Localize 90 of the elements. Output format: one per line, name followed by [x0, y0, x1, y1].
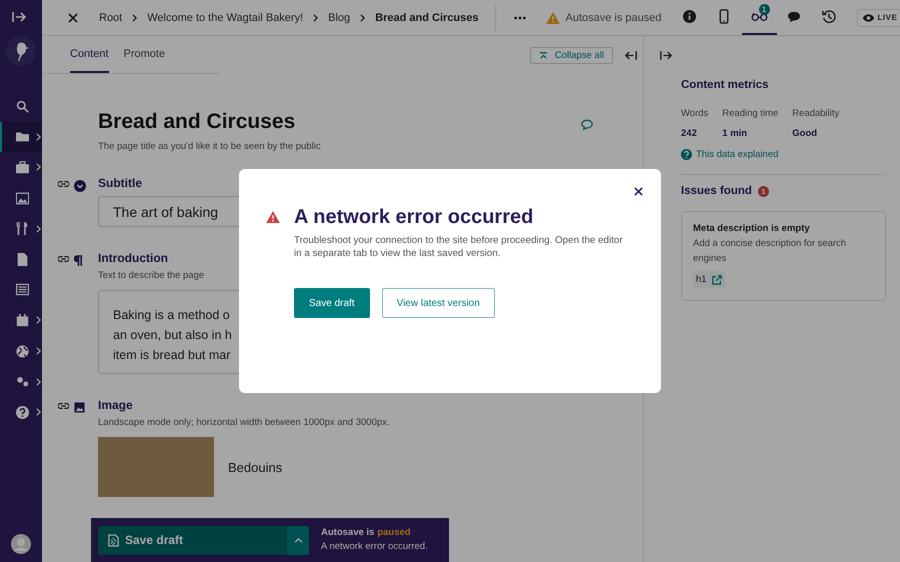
help-link[interactable]: This data explained: [681, 149, 886, 160]
more-icon[interactable]: [514, 16, 526, 20]
chevron-circle-icon[interactable]: [74, 180, 86, 192]
warning-icon: [546, 12, 560, 24]
chevron-icon: [132, 14, 138, 22]
eye-icon: [862, 12, 875, 22]
help-text: Landscape mode only; horizontal width between 1000px and 3000px.: [98, 417, 390, 428]
pilcrow-icon: [74, 255, 83, 266]
save-draft-button[interactable]: Save draft: [294, 288, 370, 318]
issue-title: Meta description is empty: [693, 223, 811, 234]
expand-right-icon[interactable]: [660, 51, 672, 60]
breadcrumb-link[interactable]: Bread and Circuses: [375, 12, 479, 24]
image-icon: [16, 192, 29, 205]
chevron-icon: [36, 163, 41, 172]
avatar-icon[interactable]: [11, 534, 31, 554]
collapse-left-icon[interactable]: [625, 50, 637, 60]
sidebar-item[interactable]: [0, 122, 42, 152]
field-label: Introduction: [98, 251, 168, 265]
mobile-phone-icon: [719, 9, 730, 24]
comment-icon: [787, 10, 802, 22]
chevron-icon: [36, 224, 41, 233]
more-actions-button[interactable]: [286, 526, 309, 554]
utensils-icon: [16, 222, 29, 236]
chevron-icon: [36, 408, 41, 416]
warning-icon: [266, 211, 280, 223]
metric-label: Reading time: [722, 108, 778, 119]
metric-value: 1 min: [722, 128, 748, 139]
panel-heading: Content metrics: [681, 79, 770, 91]
image-icon: [74, 402, 85, 413]
metric-label: Readability: [792, 108, 840, 119]
info-icon: [682, 10, 696, 23]
folder-icon: [16, 130, 29, 144]
image-caption: Bedouins: [228, 460, 282, 475]
document-icon: [16, 252, 29, 266]
link-icon[interactable]: [58, 180, 69, 188]
document-icon: [108, 534, 119, 546]
tab[interactable]: Promote: [124, 36, 166, 73]
briefcase-icon: [16, 160, 29, 174]
calendar-icon: [16, 314, 29, 327]
error-message: A network error occurred.: [321, 540, 428, 554]
metric-value: Good: [792, 128, 818, 139]
issue-description: Add a concise description for search engines: [693, 237, 848, 266]
help-text: The page title as you'd like it to be seen by the public: [98, 141, 322, 152]
chevron-icon: [36, 378, 41, 386]
field-label: Image: [98, 398, 133, 412]
breadcrumb-link[interactable]: Blog: [328, 12, 350, 24]
view-latest-button[interactable]: View latest version: [382, 288, 495, 318]
caret-icon: [294, 538, 302, 542]
close-icon[interactable]: [634, 187, 643, 196]
chevron-icon: [36, 316, 41, 324]
help-text: Text to describe the page: [98, 270, 204, 281]
autosave-state: paused: [377, 526, 411, 540]
tab[interactable]: Content: [70, 36, 109, 73]
metric-label: Words: [681, 108, 708, 119]
bird-logo-icon[interactable]: [6, 36, 36, 66]
history-icon: [822, 10, 836, 24]
link-icon[interactable]: [58, 255, 69, 263]
help-icon: [681, 149, 692, 160]
dialog-title: A network error occurred: [294, 206, 534, 229]
chevron-icon: [360, 14, 366, 22]
metric-value: 242: [681, 128, 698, 139]
external-link-icon: [712, 274, 722, 284]
page-title: Bread and Circuses: [98, 110, 296, 134]
glasses-icon: [750, 12, 768, 21]
panel-heading: Issues found: [681, 185, 752, 197]
list-icon: [16, 283, 29, 296]
cogs-icon: [16, 375, 29, 388]
close-icon[interactable]: [68, 12, 78, 22]
autosave-status: Autosave is paused: [566, 12, 662, 24]
save-draft-button[interactable]: Save draft: [98, 526, 286, 554]
count-badge: 1: [758, 4, 770, 15]
live-button[interactable]: LIVE: [856, 8, 900, 26]
chevron-icon: [313, 14, 318, 22]
breadcrumb-link[interactable]: Root: [99, 12, 122, 24]
help-icon: [16, 406, 29, 419]
field-label: Subtitle: [98, 176, 142, 190]
breadcrumb-link[interactable]: Welcome to the Wagtail Bakery!: [147, 12, 304, 24]
autosave-label: Autosave is: [321, 526, 374, 540]
chevron-icon: [36, 132, 41, 141]
heading-tag[interactable]: h1: [693, 271, 725, 288]
collapse-all-button[interactable]: Collapse all: [530, 46, 613, 64]
collapse-icon: [538, 52, 548, 58]
link-icon[interactable]: [58, 402, 69, 410]
globe-icon: [16, 344, 29, 358]
chevron-icon: [36, 347, 41, 356]
sidebar-toggle-icon[interactable]: [12, 12, 26, 22]
add-comment-icon[interactable]: [581, 119, 593, 130]
search-icon: [16, 100, 29, 113]
toolbar-button[interactable]: 1: [742, 0, 777, 35]
dialog-message: Troubleshoot your connection to the site before proceeding. Open the editor in a separate tab to view the last saved version.: [294, 235, 624, 260]
